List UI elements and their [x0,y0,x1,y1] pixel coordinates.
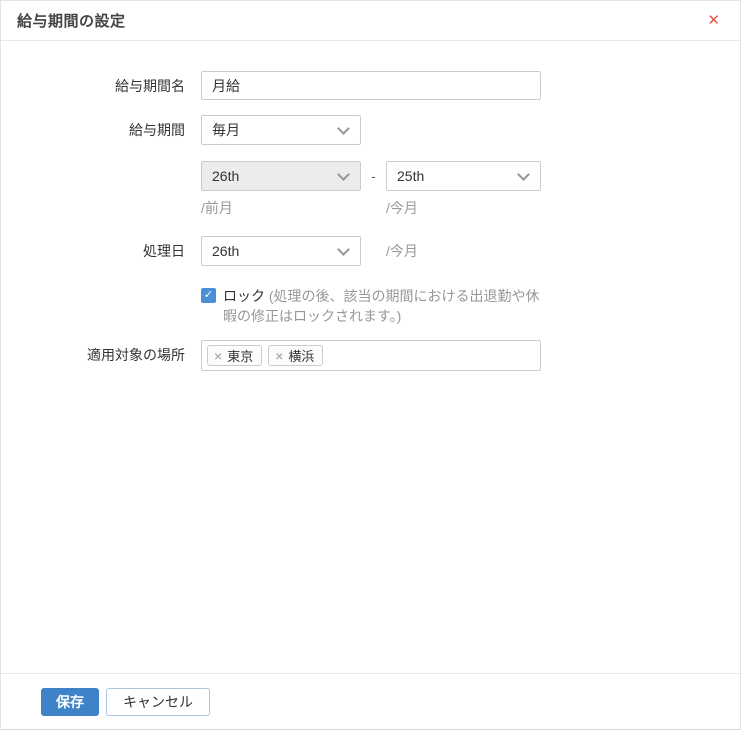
period-select-value: 毎月 [212,122,240,138]
save-button[interactable]: 保存 [41,687,99,716]
dialog-footer: 保存 キャンセル [1,673,740,729]
process-day-hint: /今月 [386,243,418,259]
range-end-value: 25th [397,168,425,184]
locations-row: 適用対象の場所 × 東京 × 横浜 [1,340,740,371]
chevron-down-icon [337,121,350,135]
dialog-header: 給与期間の設定 ✕ [1,1,740,41]
process-day-row: 処理日 26th /今月 [1,236,740,266]
period-label: 給与期間 [129,122,185,138]
process-day-line: 26th /今月 [201,236,541,266]
remove-tag-icon[interactable]: × [214,349,222,363]
location-tag-label: 横浜 [288,349,315,364]
location-tag: × 横浜 [268,345,324,366]
chevron-down-icon [337,167,350,181]
process-day-label: 処理日 [143,243,185,259]
payroll-period-settings-dialog: 給与期間の設定 ✕ 給与期間名 給与期間 毎月 26t [0,0,741,730]
date-range-line: 26th - 25th [201,161,541,191]
range-start-value: 26th [212,168,240,184]
range-separator: - [371,168,376,184]
period-name-label: 給与期間名 [115,78,185,94]
cancel-button[interactable]: キャンセル [106,687,210,716]
range-end-hint: /今月 [386,200,418,216]
location-tag: × 東京 [207,345,263,366]
period-row: 給与期間 毎月 [1,115,740,145]
remove-tag-icon[interactable]: × [275,349,283,363]
lock-row: ✓ ロック (処理の後、該当の期間における出退勤や休暇の修正はロックされます。) [1,286,740,326]
period-name-field [201,71,541,100]
range-start-hint: /前月 [201,200,233,216]
check-icon: ✓ [203,289,214,301]
close-icon[interactable]: ✕ [707,13,720,28]
lock-label[interactable]: ロック [223,288,265,304]
process-day-value: 26th [212,243,240,259]
locations-label: 適用対象の場所 [87,347,185,363]
process-day-select[interactable]: 26th [201,236,361,266]
process-day-field: 26th /今月 [201,236,541,266]
lock-field: ✓ ロック (処理の後、該当の期間における出退勤や休暇の修正はロックされます。) [201,286,541,326]
range-end-select[interactable]: 25th [386,161,541,191]
period-field: 毎月 [201,115,541,145]
chevron-down-icon [337,242,350,256]
chevron-down-icon [517,167,530,181]
date-range-field: 26th - 25th /前月 /今月 [201,161,541,218]
locations-input[interactable]: × 東京 × 横浜 [201,340,541,371]
lock-text: ロック (処理の後、該当の期間における出退勤や休暇の修正はロックされます。) [223,286,541,326]
date-range-row: 26th - 25th /前月 /今月 [1,161,740,218]
period-name-row: 給与期間名 [1,71,740,101]
range-start-select: 26th [201,161,361,191]
locations-field: × 東京 × 横浜 [201,340,541,371]
dialog-title: 給与期間の設定 [17,13,126,30]
location-tag-label: 東京 [227,349,254,364]
lock-description: (処理の後、該当の期間における出退勤や休暇の修正はロックされます。) [223,288,540,324]
lock-checkbox[interactable]: ✓ [201,288,216,303]
period-select[interactable]: 毎月 [201,115,361,145]
period-name-input[interactable] [201,71,541,100]
date-range-hints: /前月 /今月 [201,198,541,218]
dialog-body: 給与期間名 給与期間 毎月 26th [1,41,740,673]
